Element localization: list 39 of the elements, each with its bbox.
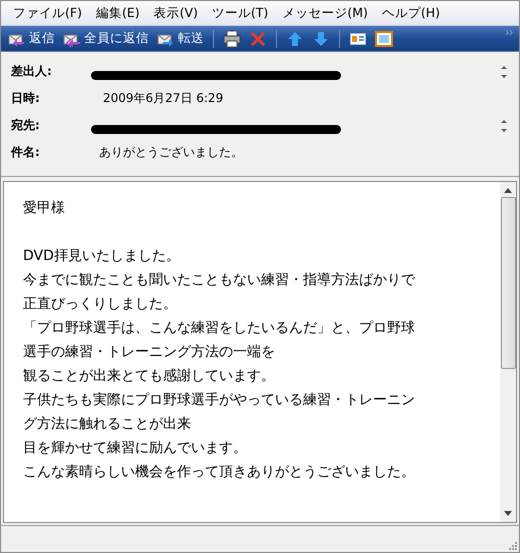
body-text-line: 愛甲様 [23, 199, 66, 218]
down-arrow-icon[interactable] [312, 30, 330, 48]
body-text-line: 目を輝かせて練習に励んでいます。 [23, 439, 248, 458]
toolbar-button[interactable]: 返信 [5, 28, 58, 50]
body-text-line: 子供たちも実際にプロ野球選手がやっている練習・トレーニン [23, 391, 416, 410]
menu-item[interactable]: 表示(V) [150, 4, 208, 22]
print-icon[interactable] [223, 30, 241, 48]
scroll-up-icon[interactable] [504, 188, 512, 193]
scrollbar-thumb[interactable] [500, 197, 516, 369]
spin-arrows-icon[interactable] [499, 118, 509, 134]
field-value: ありがとうございました。 [99, 144, 243, 161]
field-label: 件名: [11, 144, 41, 161]
toolbar-button[interactable]: 転送 [154, 28, 207, 50]
body-text-line: 正直びっくりしました。 [23, 295, 178, 314]
scrollbar[interactable] [500, 182, 516, 522]
overflow-chevron-icon[interactable] [506, 30, 513, 35]
field-value: 2009年6月27日 6:29 [103, 90, 224, 107]
body-text-line: 「プロ野球選手は、こんな練習をしたいるんだ」と、プロ野球 [23, 319, 416, 338]
field-label: 宛先: [11, 117, 41, 134]
scroll-down-icon[interactable] [504, 511, 512, 516]
body-text-line: 選手の練習・トレーニング方法の一端を [23, 343, 276, 362]
menu-item[interactable]: 編集(E) [92, 4, 150, 22]
body-text-line: DVD拝見いたしました。 [23, 247, 181, 266]
body-text-line: 今までに観たことも聞いたこともない練習・指導方法ばかりで [23, 271, 416, 290]
body-text-line: こんな素晴らしい機会を作って頂きありがとうございました。 [23, 463, 416, 482]
menu-item[interactable]: ヘルプ(H) [378, 4, 450, 22]
contact-card-icon[interactable] [349, 30, 367, 48]
toolbar-button[interactable]: 全員に返信 [60, 28, 152, 50]
field-label: 日時: [11, 90, 41, 107]
resize-grip-icon[interactable] [509, 542, 517, 550]
menu-item[interactable]: ツール(T) [208, 4, 278, 22]
calendar-icon[interactable] [375, 30, 393, 48]
menu-item[interactable]: メッセージ(M) [278, 4, 378, 22]
body-text-line: 観ることが出来とても感謝しています。 [23, 367, 276, 386]
menu-item[interactable]: ファイル(F) [9, 4, 92, 22]
up-arrow-icon[interactable] [286, 30, 304, 48]
field-label: 差出人: [11, 63, 53, 80]
spin-arrows-icon[interactable] [499, 64, 509, 80]
body-text-line: グ方法に触れることが出来 [23, 415, 192, 434]
